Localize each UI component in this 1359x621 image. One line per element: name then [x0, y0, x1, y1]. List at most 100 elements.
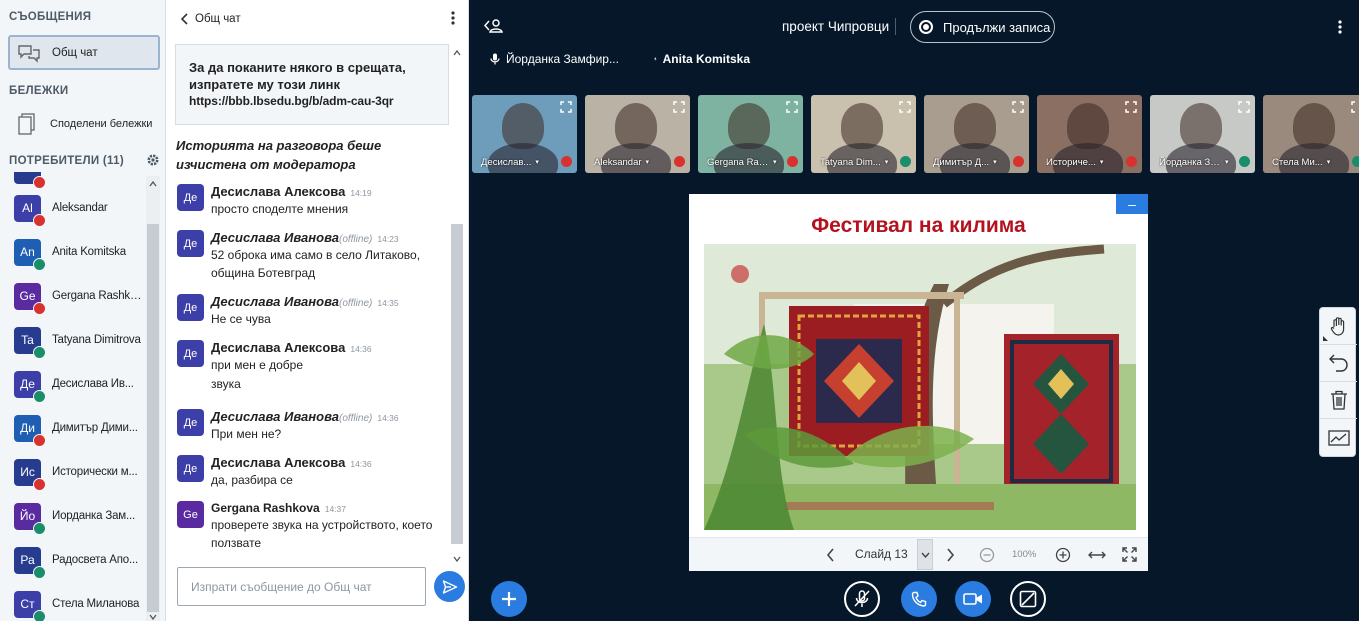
avatar: Де	[14, 370, 46, 403]
expand-icon[interactable]	[673, 100, 685, 113]
video-tile[interactable]: Димитър Д... ▾	[924, 95, 1029, 173]
talker-indicator[interactable]: Йорданка Замфир...	[484, 50, 642, 68]
chat-message: Де Десислава Иванова(offline) 14:23 52 обро…	[177, 230, 449, 282]
kebab-icon[interactable]	[449, 10, 457, 26]
user-list-item[interactable]: An Anita Komitska	[14, 236, 146, 271]
video-tile[interactable]: Gergana Ras... ▾	[698, 95, 803, 173]
avatar: Де	[177, 230, 204, 257]
resume-recording-button[interactable]: Продължи записа	[910, 11, 1055, 43]
kebab-icon[interactable]	[1336, 19, 1344, 40]
user-list-scrollbar[interactable]	[146, 176, 160, 621]
actions-button[interactable]	[491, 581, 527, 617]
video-tile[interactable]: Aleksandar ▾	[585, 95, 690, 173]
next-slide-button[interactable]	[946, 548, 955, 562]
user-list-item[interactable]: Де Десислава Ив...	[14, 368, 146, 403]
video-tile[interactable]: Йорданка За... ▾	[1150, 95, 1255, 173]
expand-icon[interactable]	[1125, 100, 1137, 113]
user-name: Anita Komitska	[52, 246, 126, 258]
share-webcam-button[interactable]	[955, 581, 991, 617]
sidebar-item-shared-notes[interactable]: Споделени бележки	[8, 106, 160, 141]
video-tile[interactable]: Tatyana Dim... ▾	[811, 95, 916, 173]
previous-slide-button[interactable]	[826, 548, 835, 562]
user-list-item[interactable]	[14, 172, 146, 189]
expand-icon[interactable]	[1012, 100, 1024, 113]
user-list-item[interactable]: Ст Стела Миланова	[14, 588, 146, 621]
messages-section-title: СЪОБЩЕНИЯ	[9, 11, 92, 23]
video-tile-name: Историче...	[1046, 156, 1096, 168]
chat-message: Де Десислава Иванова(offline) 14:35 Не се ч…	[177, 294, 449, 328]
multi-user-whiteboard-button[interactable]	[1320, 419, 1357, 456]
expand-icon[interactable]	[1238, 100, 1250, 113]
chevron-down-icon: ▾	[773, 159, 777, 166]
hand-icon	[1330, 317, 1344, 336]
clear-annotations-button[interactable]	[1320, 382, 1357, 419]
chevron-down-icon: ▾	[993, 159, 997, 166]
chat-message: Ge Gergana Rashkova 14:37 проверете звука н…	[177, 501, 449, 552]
chat-scrollbar[interactable]	[450, 44, 464, 569]
message-text: проверете звука на устройството, което п…	[211, 518, 433, 550]
expand-icon[interactable]	[899, 100, 911, 113]
muted-mic-icon	[33, 301, 46, 315]
muted-mic-icon	[674, 156, 685, 167]
user-name: Димитър Дими...	[52, 422, 138, 434]
video-tile-name: Aleksandar	[594, 156, 642, 168]
slide-select-dropdown[interactable]	[917, 539, 933, 570]
message-text: 52 оброка има само в село Литаково, общи…	[211, 248, 421, 280]
leave-audio-button[interactable]	[901, 581, 937, 617]
invite-link[interactable]: https://bbb.lbsedu.bg/b/adm-cau-3qr	[189, 93, 435, 110]
video-tile[interactable]: Историче... ▾	[1037, 95, 1142, 173]
avatar: Де	[177, 455, 204, 482]
user-list-item[interactable]: Ta Tatyana Dimitrova	[14, 324, 146, 359]
send-button[interactable]	[434, 571, 465, 602]
talker-indicator[interactable]: Anita Komitska	[648, 50, 760, 68]
chat-message-input[interactable]	[177, 567, 426, 606]
video-tile-label[interactable]: Стела Ми... ▾	[1263, 151, 1359, 173]
chat-title: Общ чат	[195, 13, 241, 25]
send-icon	[442, 579, 457, 594]
gear-icon[interactable]	[146, 153, 160, 167]
user-leave-icon[interactable]	[483, 18, 504, 39]
message-time: 14:37	[324, 504, 346, 514]
undo-button[interactable]	[1320, 345, 1357, 382]
user-list-item[interactable]: Ис Исторически м...	[14, 456, 146, 491]
chat-back-button[interactable]: Общ чат	[180, 10, 241, 28]
chat-message: Де Десислава Алексова 14:36 при мен е добре…	[177, 340, 449, 393]
sidebar-item-public-chat[interactable]: Общ чат	[8, 35, 160, 70]
user-list-item[interactable]: Йо Йорданка Зам...	[14, 500, 146, 535]
expand-icon[interactable]	[1351, 100, 1359, 113]
minimize-presentation-button[interactable]: –	[1116, 194, 1148, 214]
expand-icon[interactable]	[786, 100, 798, 113]
fullscreen-button[interactable]	[1122, 547, 1137, 562]
message-author: Десислава Иванова	[211, 230, 339, 245]
slide-photo	[704, 244, 1136, 530]
user-list-item[interactable]: Ра Радосвета Апо...	[14, 544, 146, 579]
listen-only-icon	[33, 609, 46, 621]
message-author: Десислава Иванова	[211, 409, 339, 424]
listen-only-icon	[33, 565, 46, 579]
video-tile[interactable]: Стела Ми... ▾	[1263, 95, 1359, 173]
listen-only-icon	[33, 389, 46, 403]
unmute-button[interactable]	[844, 581, 880, 617]
listen-only-icon	[33, 345, 46, 359]
hand-tool-button[interactable]	[1320, 308, 1357, 345]
zoom-level: 100%	[1012, 549, 1037, 560]
zoom-in-button[interactable]	[1055, 547, 1071, 563]
chevron-down-icon: ▾	[535, 159, 539, 166]
expand-icon[interactable]	[560, 100, 572, 113]
fit-width-button[interactable]	[1088, 549, 1106, 561]
user-name: Tatyana Dimitrova	[52, 334, 141, 346]
history-cleared-notice: Историята на разговора беше изчистена от…	[176, 138, 382, 172]
zoom-out-button[interactable]	[979, 547, 995, 563]
offline-tag: (offline)	[338, 298, 373, 309]
notes-icon	[14, 112, 40, 135]
sidebar: СЪОБЩЕНИЯ Общ чат БЕЛЕЖКИ Споделени беле…	[0, 0, 166, 621]
user-list-item[interactable]: Ди Димитър Дими...	[14, 412, 146, 447]
chat-message: Де Десислава Алексова 14:19 просто споделте…	[177, 184, 449, 218]
video-tile[interactable]: Десислав... ▾	[472, 95, 577, 173]
user-list-item[interactable]: Al Aleksandar	[14, 192, 146, 227]
share-screen-button[interactable]	[1010, 581, 1046, 617]
chat-bubbles-icon	[16, 42, 42, 64]
message-time: 14:36	[377, 413, 399, 423]
user-list-item[interactable]: Ge Gergana Rashkova	[14, 280, 146, 315]
message-time: 14:35	[377, 298, 399, 308]
